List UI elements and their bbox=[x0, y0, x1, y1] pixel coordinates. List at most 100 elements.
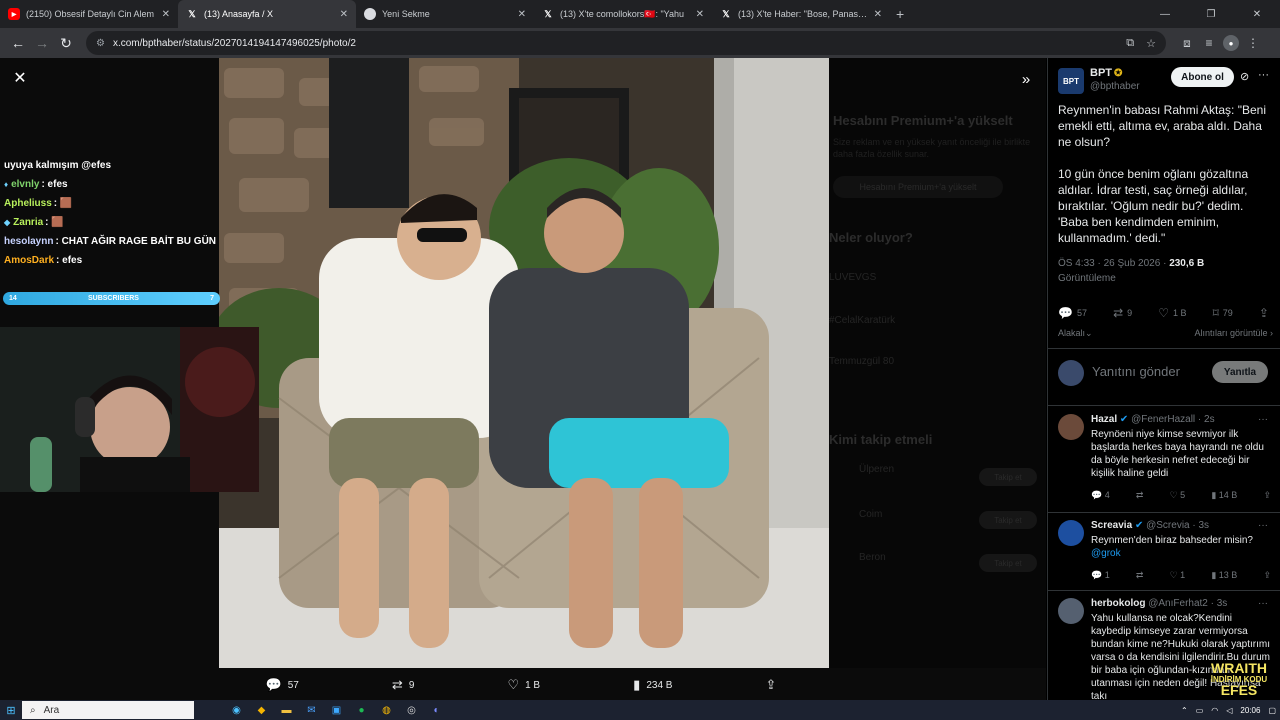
watermark-line: EFES bbox=[1220, 682, 1258, 698]
tab-x-comollokors[interactable]: 𝕏 (13) X'te comollokors🇹🇷: "Yahu ✕ bbox=[534, 0, 712, 28]
views-count: 14 B bbox=[1218, 490, 1238, 500]
store-icon[interactable]: ▣ bbox=[324, 700, 349, 720]
user-avatar bbox=[1058, 360, 1084, 386]
reply-count: 1 bbox=[1104, 570, 1110, 580]
restore-icon[interactable]: ❐ bbox=[1188, 0, 1234, 28]
edge-icon[interactable]: ◉ bbox=[224, 700, 249, 720]
chat-text: : CHAT AĞIR RAGE BAİT BU GÜN bbox=[55, 236, 217, 247]
tweet-paragraph: 10 gün önce benim oğlanı gözaltına aldıl… bbox=[1058, 167, 1249, 245]
tab-x-home[interactable]: 𝕏 (13) Anasayfa / X ✕ bbox=[178, 0, 356, 28]
more-icon[interactable]: ··· bbox=[1258, 598, 1268, 609]
like-action[interactable]: ♡ 1 B bbox=[507, 677, 540, 693]
chrome-icon[interactable]: ◍ bbox=[374, 700, 399, 720]
reply-author[interactable]: herbokolog bbox=[1091, 598, 1145, 609]
reply-share-stat[interactable]: ⇪ bbox=[1263, 570, 1271, 582]
reply-avatar[interactable] bbox=[1058, 520, 1084, 546]
taskbar-search[interactable]: ⌕ Ara bbox=[22, 701, 194, 719]
more-icon[interactable]: ··· bbox=[1258, 520, 1268, 531]
reply-input[interactable]: Yanıtını gönder bbox=[1092, 364, 1180, 379]
reply-avatar[interactable] bbox=[1058, 598, 1084, 624]
like-stat[interactable]: ♡ 1 B bbox=[1158, 304, 1186, 322]
site-info-icon[interactable]: ⚙ bbox=[96, 38, 105, 49]
reload-icon[interactable]: ↻ bbox=[54, 31, 78, 55]
reply-reply-stat[interactable]: 💬 1 bbox=[1091, 570, 1110, 582]
notification-icon[interactable]: ▢ bbox=[1268, 706, 1276, 715]
reply-avatar[interactable] bbox=[1058, 414, 1084, 440]
file-explorer-icon[interactable]: ▬ bbox=[274, 700, 299, 720]
outlook-icon[interactable]: ✉ bbox=[299, 700, 324, 720]
tweet-photo[interactable] bbox=[219, 58, 829, 668]
author-name[interactable]: BPT ✪ bbox=[1090, 67, 1122, 79]
reply-stat[interactable]: 💬 57 bbox=[1058, 304, 1087, 322]
reply-views-stat[interactable]: ▮ 14 B bbox=[1211, 490, 1237, 502]
reply-views-stat[interactable]: ▮ 13 B bbox=[1211, 570, 1237, 582]
reply-author[interactable]: Screavia bbox=[1091, 520, 1132, 531]
forward-icon[interactable]: → bbox=[30, 31, 54, 55]
reply-item[interactable]: Screavia ✔ @Screvia · 3s ··· Reynmen'den… bbox=[1058, 520, 1273, 590]
extensions-icon[interactable]: ⧈ bbox=[1176, 32, 1198, 54]
tab-close-icon[interactable]: ✕ bbox=[162, 9, 170, 20]
reply-repost-stat[interactable]: ⇄ bbox=[1136, 570, 1144, 582]
close-photo-icon[interactable]: ✕ bbox=[10, 68, 30, 88]
tray-monitor-icon[interactable]: ▭ bbox=[1196, 706, 1204, 715]
back-icon[interactable]: ← bbox=[6, 31, 30, 55]
window-close-icon[interactable]: ✕ bbox=[1234, 0, 1280, 28]
share-stat[interactable]: ⇪ bbox=[1259, 304, 1273, 322]
tab-close-icon[interactable]: ✕ bbox=[696, 9, 704, 20]
address-bar[interactable]: ⚙ x.com/bpthaber/status/2027014194147496… bbox=[86, 31, 1166, 55]
views-action[interactable]: ▮ 234 B bbox=[633, 677, 672, 693]
bookmark-star-icon[interactable]: ☆ bbox=[1146, 37, 1156, 50]
reply-reply-stat[interactable]: 💬 4 bbox=[1091, 490, 1110, 502]
clock[interactable]: 20:06 bbox=[1240, 706, 1260, 715]
minimize-icon[interactable]: — bbox=[1142, 0, 1188, 28]
reply-like-stat[interactable]: ♡ 1 bbox=[1170, 570, 1186, 582]
tab-youtube[interactable]: ▶ (2150) Obsesif Detaylı Cin Alem ✕ bbox=[0, 0, 178, 28]
reply-action[interactable]: 💬 57 bbox=[266, 677, 299, 693]
tray-chevron-icon[interactable]: ⌃ bbox=[1181, 706, 1188, 715]
view-quotes-link[interactable]: Alıntıları görüntüle › bbox=[1194, 328, 1273, 339]
reply-item[interactable]: Hazal ✔ @FenerHazall · 2s ··· Reynöeni n… bbox=[1058, 414, 1273, 504]
new-tab-icon[interactable]: + bbox=[896, 6, 904, 22]
tweet-timestamp[interactable]: ÖS 4:33 · 26 Şub 2026 · bbox=[1058, 258, 1169, 269]
repost-stat[interactable]: ⇄ 9 bbox=[1113, 304, 1132, 322]
reply-share-stat[interactable]: ⇪ bbox=[1263, 490, 1271, 502]
chat-username: Apheliuss bbox=[4, 198, 52, 209]
views-count: 13 B bbox=[1218, 570, 1238, 580]
more-icon[interactable]: ··· bbox=[1258, 69, 1269, 81]
reply-author[interactable]: Hazal bbox=[1091, 414, 1117, 425]
spotify-icon[interactable]: ● bbox=[349, 700, 374, 720]
page-viewport: Hesabını Premium+'a yükselt Size reklam … bbox=[0, 58, 1280, 700]
grok-icon[interactable]: ⊘ bbox=[1240, 70, 1249, 83]
profile-avatar-icon[interactable]: ● bbox=[1223, 35, 1239, 51]
author-handle[interactable]: @bpthaber bbox=[1090, 81, 1140, 92]
tab-close-icon[interactable]: ✕ bbox=[518, 9, 526, 20]
share-action[interactable]: ⇪ bbox=[766, 677, 783, 693]
author-avatar[interactable]: BPT bbox=[1058, 68, 1084, 94]
bookmark-stat[interactable]: ⌑ 79 bbox=[1213, 304, 1233, 322]
obs-icon[interactable]: ◎ bbox=[399, 700, 424, 720]
tab-close-icon[interactable]: ✕ bbox=[874, 9, 882, 20]
premium-desc: Size reklam ve en yüksek yanıt önceliği … bbox=[833, 137, 1031, 159]
network-icon[interactable]: ◠ bbox=[1211, 706, 1218, 715]
more-icon[interactable]: ··· bbox=[1258, 414, 1268, 425]
reply-repost-stat[interactable]: ⇄ bbox=[1136, 490, 1144, 502]
repost-action[interactable]: ⇄ 9 bbox=[392, 677, 414, 693]
volume-icon[interactable]: ◁ bbox=[1226, 706, 1232, 715]
reply-like-stat[interactable]: ♡ 5 bbox=[1170, 490, 1186, 502]
menu-icon[interactable]: ⋮ bbox=[1242, 32, 1264, 54]
windows-start-icon[interactable]: ⊞ bbox=[0, 700, 22, 720]
verified-icon: ✔ bbox=[1119, 414, 1129, 425]
discord-icon[interactable]: ◐ bbox=[424, 700, 449, 720]
install-app-icon[interactable]: ⧉ bbox=[1126, 37, 1134, 50]
subscribe-button[interactable]: Abone ol bbox=[1171, 67, 1234, 87]
tab-new[interactable]: Yeni Sekme ✕ bbox=[356, 0, 534, 28]
media-control-icon[interactable]: ≡ bbox=[1198, 32, 1220, 54]
reply-button[interactable]: Yanıtla bbox=[1212, 361, 1268, 383]
expand-panel-icon[interactable]: » bbox=[1015, 68, 1037, 90]
mention-link[interactable]: @grok bbox=[1091, 548, 1121, 559]
sort-relevant-dropdown[interactable]: Alakalı⌄ bbox=[1058, 328, 1093, 339]
photos-icon[interactable]: ◆ bbox=[249, 700, 274, 720]
url-text[interactable]: x.com/bpthaber/status/202701419414749602… bbox=[113, 38, 1114, 49]
tab-close-icon[interactable]: ✕ bbox=[340, 9, 348, 20]
tab-x-haber[interactable]: 𝕏 (13) X'te Haber: "Bose, Panason ✕ bbox=[712, 0, 890, 28]
